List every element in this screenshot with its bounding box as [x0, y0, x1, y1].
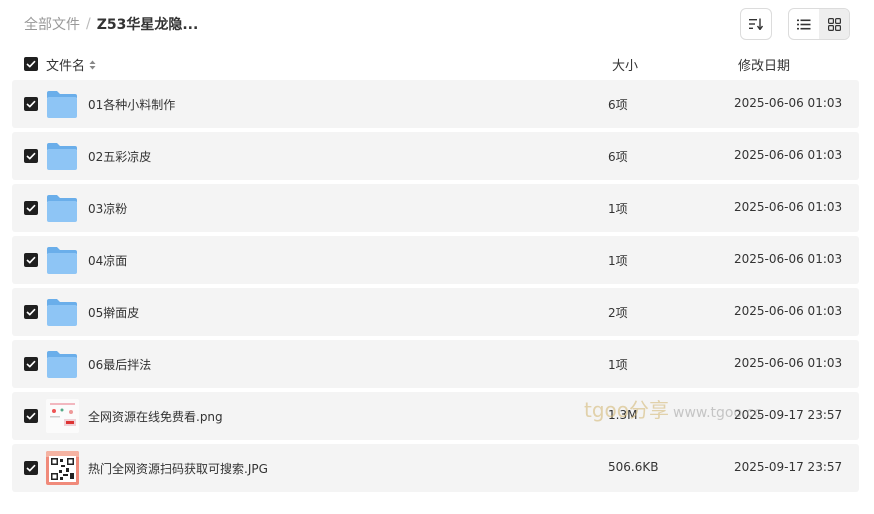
file-size: 1项	[608, 358, 628, 372]
name-column-header[interactable]: 文件名	[46, 55, 96, 74]
file-thumbnail	[46, 297, 78, 327]
file-thumbnail	[46, 193, 78, 223]
file-date: 2025-06-06 01:03	[734, 200, 843, 214]
file-size: 506.6KB	[608, 460, 659, 474]
checkmark-icon	[26, 60, 36, 68]
file-row[interactable]: 02五彩凉皮 6项 2025-06-06 01:03	[12, 132, 859, 180]
folder-icon	[47, 299, 77, 326]
file-date: 2025-09-17 23:57	[734, 460, 843, 474]
checkmark-icon	[26, 204, 36, 212]
row-checkbox[interactable]	[24, 201, 38, 215]
list-view-icon	[797, 19, 811, 29]
file-size: 6项	[608, 98, 628, 112]
breadcrumb-current: Z53华星龙隐...	[96, 17, 199, 33]
folder-icon	[47, 351, 77, 378]
file-row[interactable]: 全网资源在线免费看.png 1.3M 2025-09-17 23:57	[12, 392, 859, 440]
checkmark-icon	[26, 256, 36, 264]
file-name[interactable]: 01各种小料制作	[88, 96, 175, 113]
sort-button[interactable]	[740, 8, 772, 40]
size-column-header: 大小	[612, 59, 639, 74]
file-row[interactable]: 06最后拌法 1项 2025-06-06 01:03	[12, 340, 859, 388]
checkmark-icon	[26, 152, 36, 160]
checkmark-icon	[26, 412, 36, 420]
file-list-header: 文件名 大小 修改日期	[12, 52, 859, 76]
row-checkbox[interactable]	[24, 305, 38, 319]
file-row[interactable]: 热门全网资源扫码获取可搜索.JPG 506.6KB 2025-09-17 23:57	[12, 444, 859, 492]
file-date: 2025-09-17 23:57	[734, 408, 843, 422]
file-row[interactable]: 05擀面皮 2项 2025-06-06 01:03	[12, 288, 859, 336]
list-view-button[interactable]	[789, 9, 819, 39]
row-checkbox[interactable]	[24, 253, 38, 267]
file-size: 1项	[608, 202, 628, 216]
sort-icon	[749, 18, 763, 30]
breadcrumb: 全部文件 / Z53华星龙隐...	[24, 14, 198, 34]
breadcrumb-root-link[interactable]: 全部文件	[24, 14, 80, 34]
folder-icon	[47, 143, 77, 170]
file-name[interactable]: 05擀面皮	[88, 304, 139, 321]
file-date: 2025-06-06 01:03	[734, 356, 843, 370]
file-row[interactable]: 04凉面 1项 2025-06-06 01:03	[12, 236, 859, 284]
sort-toggle-icon	[89, 60, 96, 69]
file-name[interactable]: 06最后拌法	[88, 356, 151, 373]
row-checkbox[interactable]	[24, 409, 38, 423]
file-list: 01各种小料制作 6项 2025-06-06 01:03 02五彩凉皮 6项 2025-0…	[12, 80, 859, 496]
select-all-checkbox[interactable]	[24, 57, 38, 71]
file-thumbnail	[46, 451, 79, 485]
checkmark-icon	[26, 360, 36, 368]
file-name[interactable]: 全网资源在线免费看.png	[88, 408, 223, 425]
name-column-label: 文件名	[46, 59, 86, 74]
checkmark-icon	[26, 100, 36, 108]
view-mode-switch	[788, 8, 850, 40]
qr-code-thumbnail-icon	[46, 451, 79, 485]
view-toolbar	[740, 8, 850, 40]
date-column-header: 修改日期	[738, 59, 791, 74]
file-name[interactable]: 热门全网资源扫码获取可搜索.JPG	[88, 460, 268, 477]
file-name[interactable]: 04凉面	[88, 252, 127, 269]
file-size: 1.3M	[608, 408, 638, 422]
checkmark-icon	[26, 308, 36, 316]
breadcrumb-separator: /	[86, 16, 91, 32]
file-thumbnail	[46, 399, 79, 433]
file-name[interactable]: 02五彩凉皮	[88, 148, 151, 165]
file-thumbnail	[46, 89, 78, 119]
file-date: 2025-06-06 01:03	[734, 304, 843, 318]
file-size: 1项	[608, 254, 628, 268]
row-checkbox[interactable]	[24, 461, 38, 475]
row-checkbox[interactable]	[24, 149, 38, 163]
grid-view-icon	[827, 17, 841, 31]
file-size: 6项	[608, 150, 628, 164]
file-date: 2025-06-06 01:03	[734, 96, 843, 110]
file-date: 2025-06-06 01:03	[734, 148, 843, 162]
file-thumbnail	[46, 245, 78, 275]
checkmark-icon	[26, 464, 36, 472]
file-thumbnail	[46, 349, 78, 379]
file-row[interactable]: 01各种小料制作 6项 2025-06-06 01:03	[12, 80, 859, 128]
image-thumbnail-icon	[46, 399, 79, 433]
folder-icon	[47, 195, 77, 222]
file-thumbnail	[46, 141, 78, 171]
row-checkbox[interactable]	[24, 357, 38, 371]
file-name[interactable]: 03凉粉	[88, 200, 127, 217]
file-size: 2项	[608, 306, 628, 320]
folder-icon	[47, 247, 77, 274]
folder-icon	[47, 91, 77, 118]
grid-view-button[interactable]	[819, 9, 849, 39]
file-row[interactable]: 03凉粉 1项 2025-06-06 01:03	[12, 184, 859, 232]
row-checkbox[interactable]	[24, 97, 38, 111]
file-date: 2025-06-06 01:03	[734, 252, 843, 266]
